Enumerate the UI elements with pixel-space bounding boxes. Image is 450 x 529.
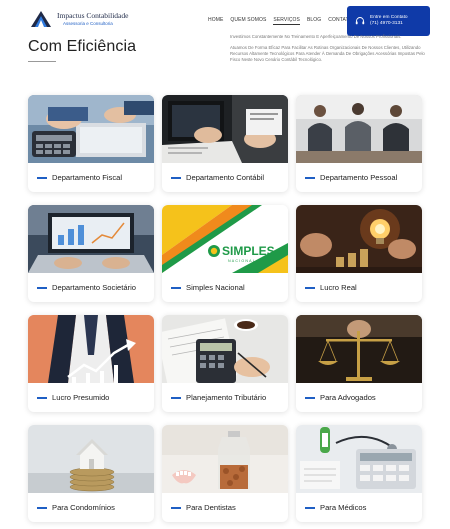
card-title: Para Dentistas [186,503,236,513]
calculator-laptop-image [28,95,154,163]
intro-paragraph-2: Atuamos De Forma Eficaz Para Facilitar A… [230,45,425,62]
service-card-planejamento[interactable]: Planejamento Tributário [162,315,288,412]
card-title: Planejamento Tributário [186,393,267,403]
card-title: Departamento Contábil [186,173,265,183]
service-card-lucro-real[interactable]: Lucro Real [296,205,422,302]
card-accent-dash [37,287,47,289]
card-title: Para Médicos [320,503,367,513]
card-accent-dash [171,287,181,289]
business-meeting-image [296,95,422,163]
service-card-advogados[interactable]: Para Advogados [296,315,422,412]
card-accent-dash [37,177,47,179]
page-title: Com Eficiência [28,38,137,55]
card-accent-dash [305,287,315,289]
stethoscope-calculator-image [296,425,422,493]
card-title: Departamento Pessoal [320,173,398,183]
card-accent-dash [37,397,47,399]
card-title: Simples Nacional [186,283,245,293]
card-title: Lucro Presumido [52,393,110,403]
card-accent-dash [305,177,315,179]
service-card-societario[interactable]: Departamento Societário [28,205,154,302]
card-accent-dash [305,397,315,399]
lightbulb-coins-image [296,205,422,273]
service-card-condominios[interactable]: Para Condomínios [28,425,154,522]
intro-paragraph-1: Investimos Constantemente No Treinamento… [230,34,402,39]
logo[interactable]: Impactus Contabilidade Assessoria e Cons… [30,10,128,28]
contact-button[interactable]: Entre em Contato (71) 4970-3131 [347,6,430,36]
laptop-documents-image [162,95,288,163]
card-title: Departamento Fiscal [52,173,123,183]
logo-name: Impactus Contabilidade [57,11,129,20]
card-title: Lucro Real [320,283,357,293]
nav-quem-somos[interactable]: QUEM SOMOS [230,17,266,25]
nav-home[interactable]: HOME [208,17,223,25]
card-accent-dash [37,507,47,509]
nav-blog[interactable]: BLOG [307,17,321,25]
card-accent-dash [171,177,181,179]
headset-icon [355,17,365,25]
simples-logo-text: SIMPLES [222,244,275,258]
service-card-simples[interactable]: SIMPLES NACIONAL Simples Nacional [162,205,288,302]
card-accent-dash [171,507,181,509]
card-title: Para Advogados [320,393,376,403]
calculator-coffee-image [162,315,288,383]
card-title: Para Condomínios [52,503,115,513]
simples-nacional-logo-image: SIMPLES NACIONAL [162,205,288,273]
growth-arrow-image [28,315,154,383]
laptop-charts-image [28,205,154,273]
service-card-medicos[interactable]: Para Médicos [296,425,422,522]
coin-jar-image [162,425,288,493]
service-card-pessoal[interactable]: Departamento Pessoal [296,95,422,192]
simples-logo-subtext: NACIONAL [228,259,256,263]
justice-scale-image [296,315,422,383]
card-accent-dash [171,397,181,399]
service-card-lucro-presumido[interactable]: Lucro Presumido [28,315,154,412]
card-accent-dash [305,507,315,509]
main-nav: HOME QUEM SOMOS SERVIÇOS BLOG CONTATOS [208,17,363,25]
service-card-dentistas[interactable]: Para Dentistas [162,425,288,522]
contact-phone: (71) 4970-3131 [370,21,403,26]
card-title: Departamento Societário [52,283,136,293]
service-card-contabil[interactable]: Departamento Contábil [162,95,288,192]
logo-icon [31,11,51,27]
house-coins-image [28,425,154,493]
service-card-fiscal[interactable]: Departamento Fiscal [28,95,154,192]
nav-servicos[interactable]: SERVIÇOS [273,17,300,25]
logo-tagline: Assessoria e Consultoria [63,20,113,26]
title-underline [28,61,56,62]
